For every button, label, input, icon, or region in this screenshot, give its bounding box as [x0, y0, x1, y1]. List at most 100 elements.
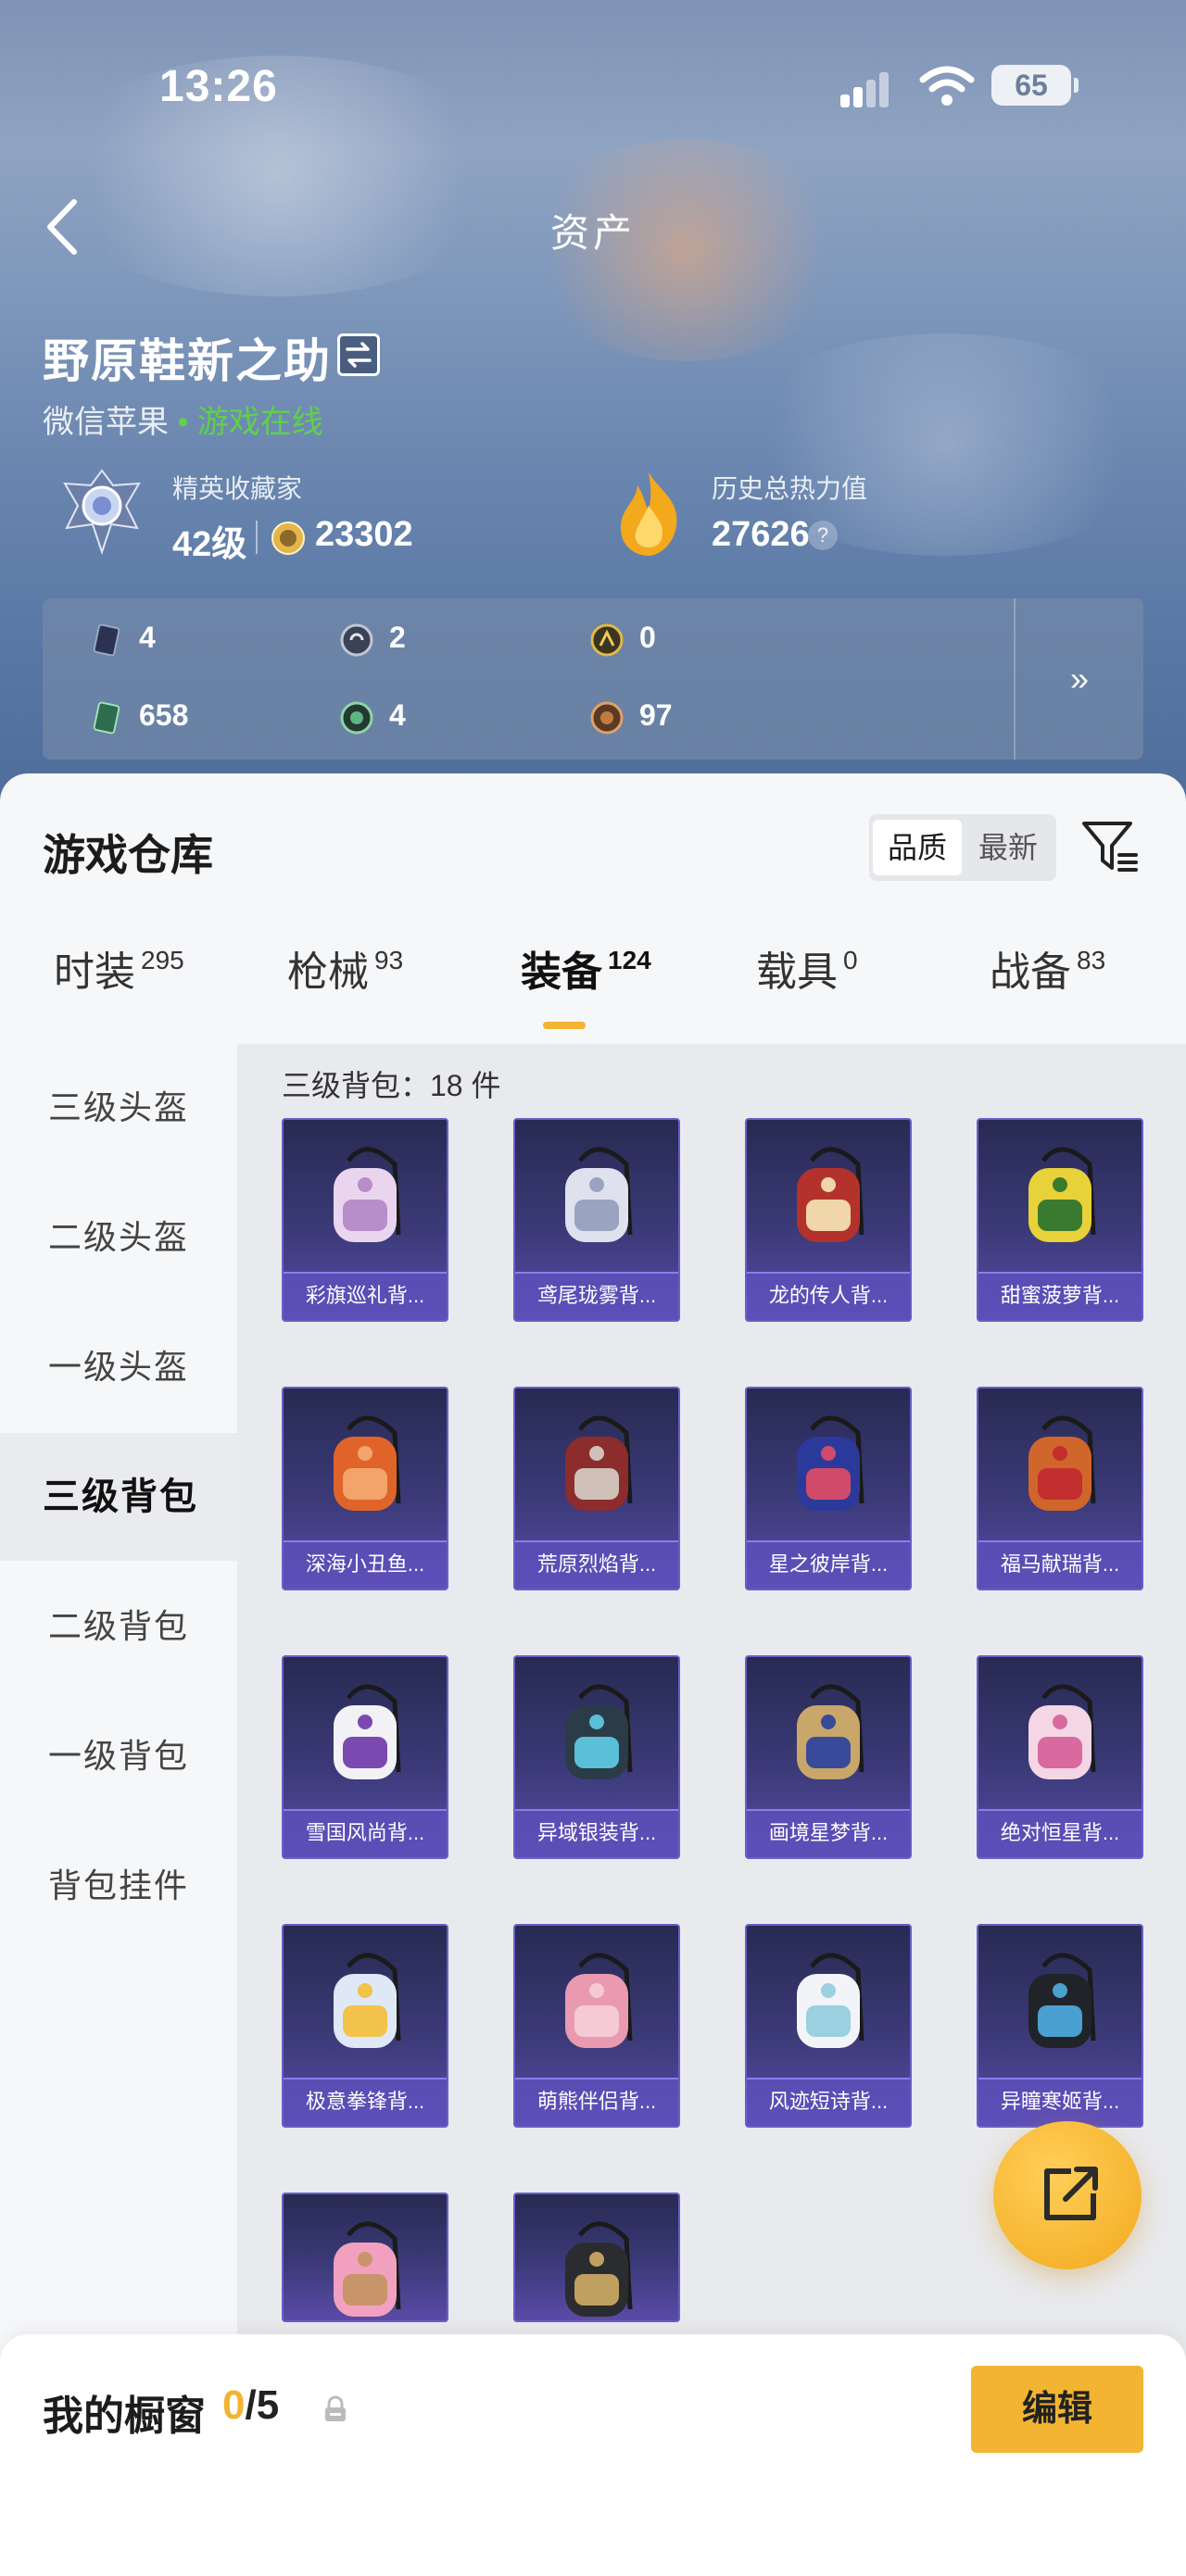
tab-fashion[interactable]: 时装 295: [54, 938, 184, 998]
item-name: 龙的传人背...: [747, 1272, 910, 1320]
showcase-total: /5: [245, 2382, 280, 2428]
coin-value: 23302: [315, 515, 413, 554]
cellular-signal-icon: [840, 70, 896, 107]
heat-title: 历史总热力值: [712, 474, 868, 503]
item-card[interactable]: 鸢尾珑雾背...: [513, 1118, 680, 1322]
warehouse-title: 游戏仓库: [43, 831, 213, 879]
item-card[interactable]: 萌熊伴侣背...: [513, 1924, 680, 2128]
tab-count: 295: [141, 946, 184, 974]
stat-value: 658: [139, 698, 189, 732]
item-name: 深海小丑鱼...: [284, 1540, 447, 1589]
item-name: 极意拳锋背...: [284, 2078, 447, 2126]
stat-value: 97: [639, 698, 673, 732]
tab-gear[interactable]: 战备 83: [990, 938, 1105, 998]
sidebar-item-lv1-backpack[interactable]: 一级背包: [0, 1692, 237, 1820]
divider: [256, 521, 258, 554]
page-title: 资产: [549, 211, 636, 255]
galaxy-backpack-icon: [797, 1415, 864, 1511]
item-card[interactable]: 福马献瑞背...: [977, 1387, 1143, 1590]
item-name: 福马献瑞背...: [978, 1540, 1142, 1589]
active-tab-indicator: [543, 1022, 586, 1029]
share-button[interactable]: [993, 2121, 1142, 2269]
sidebar-item-backpack-charm[interactable]: 背包挂件: [0, 1822, 237, 1950]
silver-token-icon: [340, 623, 373, 657]
resource-stats-panel: 4 2 0 658 4 97 »: [43, 598, 1143, 760]
stat-value: 2: [389, 621, 406, 654]
sort-quality-button[interactable]: 品质: [873, 820, 962, 875]
black-cat-backpack-icon: [1028, 1953, 1096, 2048]
horse-backpack-icon: [1028, 1415, 1096, 1511]
frame-backpack-icon: [797, 1684, 864, 1779]
tab-label: 战备: [990, 949, 1071, 995]
online-status: • 游戏在线: [177, 405, 323, 440]
item-name: 异瞳寒姬背...: [978, 2078, 1142, 2126]
nav-bar: 资产: [0, 185, 1186, 269]
item-name: 星之彼岸背...: [747, 1540, 910, 1589]
showcase-count: 0/5: [222, 2382, 279, 2429]
sidebar-item-lv3-helmet[interactable]: 三级头盔: [0, 1044, 237, 1172]
item-card[interactable]: 画境星梦背...: [745, 1655, 912, 1859]
item-name: 萌熊伴侣背...: [515, 2078, 678, 2126]
item-card[interactable]: [513, 2193, 680, 2322]
red-dragon-backpack-icon: [797, 1147, 864, 1242]
item-name: 荒原烈焰背...: [515, 1540, 678, 1589]
silver-armor-backpack-icon: [565, 1684, 633, 1779]
sort-newest-button[interactable]: 最新: [964, 820, 1053, 875]
tab-count: 124: [608, 946, 651, 974]
rank-badge-icon: [63, 469, 141, 556]
item-card[interactable]: 龙的传人背...: [745, 1118, 912, 1322]
status-bar: 13:26 65: [0, 57, 1186, 113]
filter-icon[interactable]: [1079, 814, 1142, 877]
switch-account-icon[interactable]: [337, 333, 380, 376]
profile-header: 13:26 65 资产 野原鞋新之助 微信苹果 • 游戏在线 精英收藏家 42级: [0, 0, 1186, 834]
item-card[interactable]: 星之彼岸背...: [745, 1387, 912, 1590]
help-icon[interactable]: ?: [808, 521, 838, 550]
tab-label: 装备: [521, 949, 602, 995]
item-card[interactable]: 彩旗巡礼背...: [282, 1118, 448, 1322]
pineapple-backpack-icon: [1028, 1147, 1096, 1242]
snowman-backpack-icon: [334, 1684, 401, 1779]
sidebar-item-lv1-helmet[interactable]: 一级头盔: [0, 1303, 237, 1431]
item-card[interactable]: 甜蜜菠萝背...: [977, 1118, 1143, 1322]
item-name: 雪国风尚背...: [284, 1809, 447, 1857]
warehouse-card: 游戏仓库 品质 最新 时装 295 枪械 93 装备 124 载具 0 战备 83 三级头…: [0, 773, 1186, 2576]
tab-label: 时装: [54, 949, 135, 995]
item-name: 画境星梦背...: [747, 1809, 910, 1857]
sidebar-item-lv3-backpack[interactable]: 三级背包: [0, 1433, 237, 1561]
showcase-title: 我的橱窗: [43, 2394, 206, 2439]
item-card[interactable]: 极意拳锋背...: [282, 1924, 448, 2128]
dark-horn-backpack-icon: [565, 2221, 633, 2317]
gold-token-icon: [590, 623, 624, 657]
white-pouch-backpack-icon: [565, 1147, 633, 1242]
player-name: 野原鞋新之助: [43, 335, 332, 387]
item-name: 彩旗巡礼背...: [284, 1272, 447, 1320]
tab-weapons[interactable]: 枪械 93: [287, 938, 403, 998]
item-card[interactable]: 异瞳寒姬背...: [977, 1924, 1143, 2128]
grid-caption: 三级背包：18 件: [282, 1069, 501, 1102]
edit-button[interactable]: 编辑: [971, 2366, 1143, 2453]
platform-info: 微信苹果 • 游戏在线: [43, 396, 323, 442]
item-card[interactable]: 风迹短诗背...: [745, 1924, 912, 2128]
sidebar-item-lv2-backpack[interactable]: 二级背包: [0, 1563, 237, 1690]
green-card-icon: [93, 701, 120, 735]
tab-equipment[interactable]: 装备 124: [521, 938, 651, 998]
white-box-backpack-icon: [797, 1953, 864, 2048]
item-card[interactable]: 深海小丑鱼...: [282, 1387, 448, 1590]
heat-value: 27626: [712, 515, 810, 554]
clownfish-backpack-icon: [334, 1415, 401, 1511]
lock-icon: [325, 2395, 346, 2421]
item-card[interactable]: 荒原烈焰背...: [513, 1387, 680, 1590]
item-card[interactable]: [282, 2193, 448, 2322]
flame-vest-backpack-icon: [565, 1415, 633, 1511]
item-card[interactable]: 绝对恒星背...: [977, 1655, 1143, 1859]
item-name: 鸢尾珑雾背...: [515, 1272, 678, 1320]
item-card[interactable]: 雪国风尚背...: [282, 1655, 448, 1859]
sidebar-item-lv2-helmet[interactable]: 二级头盔: [0, 1174, 237, 1301]
tab-count: 83: [1077, 946, 1106, 974]
item-card[interactable]: 异域银装背...: [513, 1655, 680, 1859]
tab-vehicles[interactable]: 载具 0: [756, 938, 858, 998]
stat-value: 0: [639, 621, 656, 654]
stat-value: 4: [389, 698, 406, 732]
stats-expand-button[interactable]: »: [1014, 598, 1143, 760]
bronze-token-icon: [590, 701, 624, 735]
